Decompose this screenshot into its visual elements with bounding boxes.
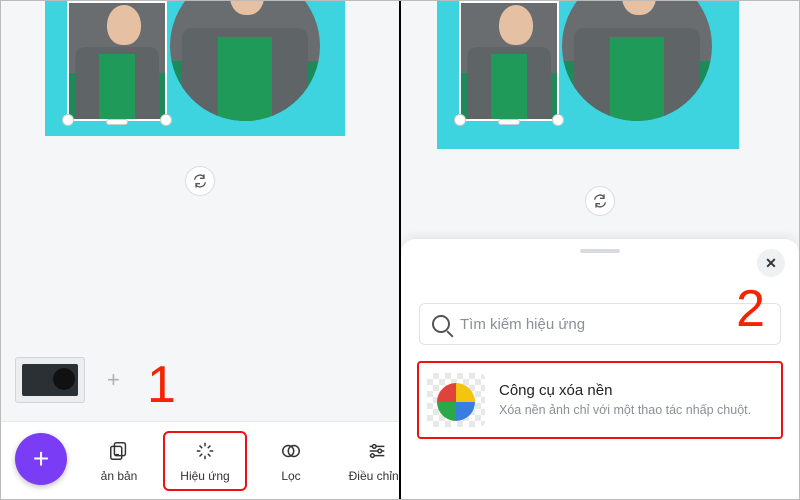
pages-row: + (15, 355, 120, 405)
copy-icon (107, 439, 131, 463)
sliders-icon (365, 439, 389, 463)
resize-handle-br[interactable] (552, 114, 564, 126)
tool-text[interactable]: ản bản (79, 433, 159, 489)
resize-handle-br[interactable] (160, 114, 172, 126)
resize-handle-bl[interactable] (62, 114, 74, 126)
close-button[interactable]: ✕ (757, 249, 785, 277)
photo-circle[interactable] (562, 1, 712, 121)
add-page-button[interactable]: + (107, 367, 120, 393)
design-canvas[interactable] (437, 1, 739, 149)
tool-label: Điều chỉnh (349, 469, 399, 483)
effect-description: Xóa nền ảnh chỉ với một thao tác nhấp ch… (499, 402, 751, 419)
page-thumbnail[interactable] (15, 357, 85, 403)
sync-icon[interactable] (585, 186, 615, 216)
photo-circle[interactable] (170, 1, 320, 121)
add-fab-button[interactable]: + (15, 433, 67, 485)
tool-filter[interactable]: Lọc (251, 433, 331, 489)
tool-adjust[interactable]: Điều chỉnh (337, 433, 399, 489)
sync-icon[interactable] (185, 166, 215, 196)
effect-thumbnail (427, 373, 485, 427)
pane-step-2: ✕ 2 Tìm kiếm hiệu ứng Công cụ xóa nền Xó… (401, 1, 799, 499)
callout-number-2: 2 (736, 279, 765, 339)
search-icon (432, 315, 450, 333)
sheet-grab-handle[interactable] (580, 249, 620, 253)
pane-step-1: + 1 + ản bản Hiệu ứng (1, 1, 399, 499)
search-placeholder: Tìm kiếm hiệu ứng (460, 316, 585, 333)
overlap-icon (279, 439, 303, 463)
resize-handle-bottom[interactable] (106, 119, 128, 125)
tool-label: Lọc (281, 469, 300, 483)
sparkle-icon (193, 439, 217, 463)
screenshot-pair: + 1 + ản bản Hiệu ứng (0, 0, 800, 500)
tool-label: ản bản (101, 469, 138, 483)
selection-frame[interactable] (459, 1, 559, 121)
resize-handle-bottom[interactable] (498, 119, 520, 125)
tool-effects[interactable]: Hiệu ứng (165, 433, 245, 489)
selection-frame[interactable] (67, 1, 167, 121)
search-input[interactable]: Tìm kiếm hiệu ứng (419, 303, 781, 345)
resize-handle-bl[interactable] (454, 114, 466, 126)
bottom-toolbar: + ản bản Hiệu ứng (1, 421, 399, 499)
callout-number-1: 1 (147, 355, 176, 415)
effect-title: Công cụ xóa nền (499, 382, 751, 399)
effect-bg-remover[interactable]: Công cụ xóa nền Xóa nền ảnh chỉ với một … (419, 363, 781, 437)
design-canvas[interactable] (45, 1, 345, 136)
effects-sheet: ✕ 2 Tìm kiếm hiệu ứng Công cụ xóa nền Xó… (401, 239, 799, 499)
tool-label: Hiệu ứng (180, 469, 229, 483)
